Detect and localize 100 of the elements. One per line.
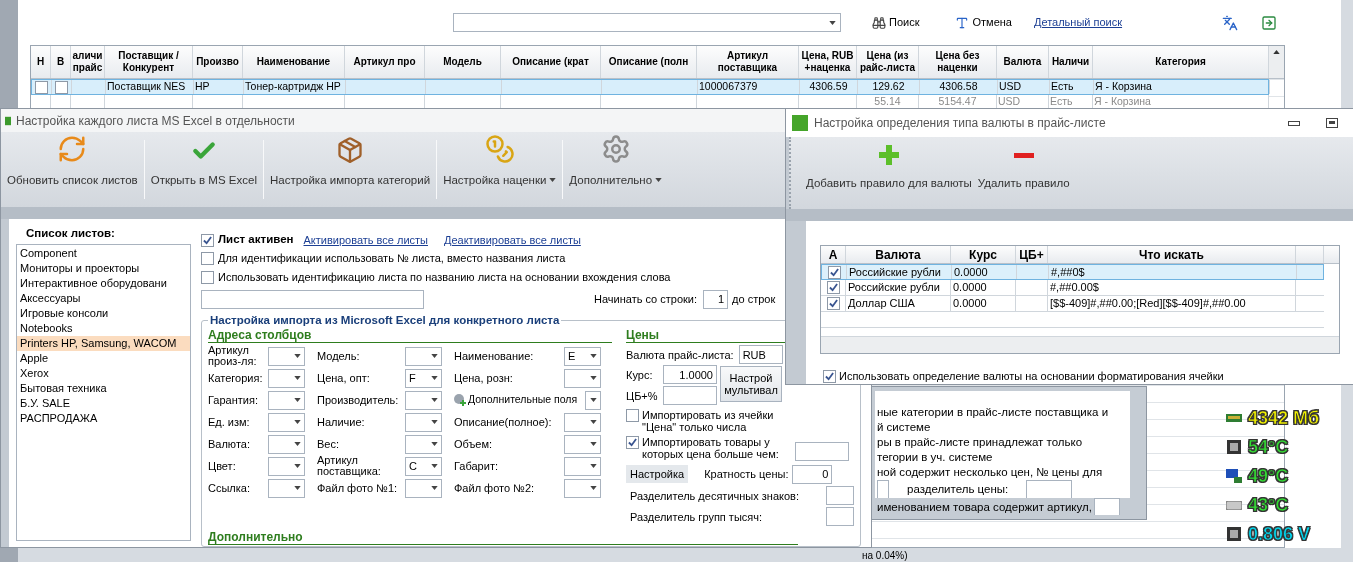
toolbar-button[interactable]: Удалить правило bbox=[974, 137, 1073, 209]
detailed-search-link[interactable]: Детальный поиск bbox=[1033, 14, 1123, 31]
checkbox[interactable] bbox=[823, 369, 836, 383]
list-item[interactable]: Printers HP, Samsung, WACOM bbox=[17, 336, 190, 352]
toolbar-button[interactable]: Дополнительно bbox=[563, 132, 669, 207]
start-row-label: Начинать со строки: bbox=[594, 291, 698, 307]
field-label: Артикул поставщика: bbox=[317, 455, 382, 478]
checkbox[interactable] bbox=[826, 281, 840, 294]
checkbox[interactable] bbox=[35, 80, 48, 94]
table-row[interactable]: Поставщик NES HP Тонер-картридж HP 1000067379 4306.59 129.62 4306.58 USD Есть Я - Корзина bbox=[31, 79, 1269, 95]
list-item[interactable]: Notebooks bbox=[17, 321, 190, 337]
input-field[interactable]: 1 bbox=[703, 289, 729, 309]
list-item[interactable]: Component bbox=[17, 246, 190, 262]
horizontal-scrollbar[interactable] bbox=[821, 336, 1339, 353]
toolbar-button[interactable]: Настройка наценки bbox=[437, 132, 563, 207]
checkbox[interactable] bbox=[201, 233, 214, 247]
list-item[interactable]: Игровые консоли bbox=[17, 306, 190, 322]
column-header[interactable]: Что искать bbox=[1048, 246, 1296, 263]
input-field[interactable] bbox=[663, 386, 717, 406]
list-item[interactable]: Б.У. SALE bbox=[17, 396, 190, 412]
settings-button[interactable]: Настройка bbox=[626, 465, 689, 484]
checkbox[interactable] bbox=[201, 252, 214, 265]
column-header[interactable]: Наличи bbox=[1049, 46, 1093, 78]
dropdown[interactable]: E bbox=[564, 346, 601, 366]
field-label: Цена, розн: bbox=[454, 372, 514, 384]
link[interactable]: Активировать все листы bbox=[303, 231, 428, 249]
toolbar-button[interactable]: Обновить список листов bbox=[1, 132, 144, 207]
column-header[interactable]: аличи прайс bbox=[71, 46, 105, 78]
toolbar-button[interactable]: Настройка импорта категорий bbox=[263, 132, 437, 207]
column-header[interactable]: Цена без наценки bbox=[919, 46, 997, 78]
column-header[interactable]: Цена (из райс-листа bbox=[857, 46, 919, 78]
field-label: Ссылка: bbox=[208, 482, 251, 494]
table-row[interactable]: Доллар США 0.0000 [$$-409]#,##0.00;[Red][$$-409]#,##0.00 bbox=[821, 296, 1324, 312]
field-label: Габарит: bbox=[454, 460, 499, 472]
table-row[interactable]: Российские рубли 0.0000 #,##0$ bbox=[821, 264, 1324, 280]
input-field[interactable] bbox=[795, 442, 849, 462]
input-field[interactable]: 0 bbox=[792, 464, 833, 484]
window-title: Настройка определения типа валюты в прайс-листе bbox=[814, 115, 1107, 132]
list-item[interactable]: Бытовая техника bbox=[17, 381, 190, 397]
list-item[interactable]: Мониторы и проекторы bbox=[17, 261, 190, 277]
checkbox[interactable] bbox=[826, 297, 840, 310]
cancel-button[interactable]: Отмена bbox=[955, 14, 1012, 31]
table-row[interactable]: 55.14 5154.47 USD Есть Я - Корзина bbox=[31, 95, 1269, 109]
table-cell-text: [$$-409]#,##0.00;[Red][$$-409]#,##0.00 bbox=[1050, 296, 1246, 312]
input-field[interactable] bbox=[1026, 479, 1073, 499]
link[interactable]: Деактивировать все листы bbox=[444, 231, 581, 249]
checkbox[interactable] bbox=[626, 436, 639, 450]
table-cell: USD bbox=[999, 79, 1022, 95]
column-header[interactable]: Артикул про bbox=[345, 46, 425, 78]
column-header[interactable]: В bbox=[51, 46, 71, 78]
column-header[interactable]: Курс bbox=[951, 246, 1016, 263]
input-field[interactable]: 1.0000 bbox=[663, 365, 717, 385]
checkbox-label: Использовать идентификацию листа по названию листа на основании вхождения слова bbox=[218, 270, 671, 286]
search-button[interactable]: Поиск bbox=[872, 14, 920, 31]
checkbox[interactable] bbox=[201, 271, 214, 284]
column-header[interactable]: Артикул поставщика bbox=[697, 46, 799, 78]
table-row[interactable]: Российские рубли 0.0000 #,##0.00$ bbox=[821, 280, 1324, 296]
column-header[interactable]: Произво bbox=[193, 46, 243, 78]
dropdown[interactable]: C bbox=[405, 456, 442, 476]
column-header[interactable]: Н bbox=[31, 46, 51, 78]
list-item[interactable]: Интерактивное оборудовани bbox=[17, 276, 190, 292]
column-header[interactable]: Наименование bbox=[243, 46, 345, 78]
checkbox[interactable] bbox=[626, 409, 639, 423]
list-item[interactable]: Xerox bbox=[17, 366, 190, 382]
caret-icon bbox=[294, 354, 301, 359]
column-header[interactable]: Цена, RUB +наценка bbox=[799, 46, 857, 78]
option-text: тегории в уч. системе bbox=[877, 450, 994, 465]
list-item[interactable]: Аксессуары bbox=[17, 291, 190, 307]
input-field[interactable] bbox=[826, 486, 854, 506]
column-header[interactable]: ЦБ+ bbox=[1016, 246, 1048, 263]
option-text: ры в прайс-листе принадлежат только bbox=[877, 435, 1084, 450]
input-field[interactable] bbox=[201, 289, 424, 309]
search-combobox[interactable] bbox=[453, 13, 841, 32]
list-item[interactable]: РАСПРОДАЖА bbox=[17, 411, 190, 427]
column-header[interactable]: Описание (полн bbox=[601, 46, 697, 78]
column-header[interactable]: Описание (крат bbox=[501, 46, 601, 78]
checkbox[interactable] bbox=[55, 80, 68, 94]
list-item[interactable]: Apple bbox=[17, 351, 190, 367]
dropdown[interactable]: F bbox=[405, 368, 442, 388]
arrow-square-icon[interactable] bbox=[1261, 14, 1278, 31]
multicurrency-button[interactable]: Настрой мультивал bbox=[720, 366, 782, 403]
toolbar-button[interactable]: Открыть в MS Excel bbox=[144, 132, 263, 207]
input-field[interactable]: RUB bbox=[738, 345, 783, 365]
checkbox[interactable] bbox=[827, 265, 841, 279]
column-header[interactable]: Валюта bbox=[846, 246, 951, 263]
option-text: ные категории в прайс-листе поставщика и bbox=[877, 405, 1110, 420]
field-label: Разделитель десятичных знаков: bbox=[629, 488, 799, 504]
scrollbar[interactable] bbox=[1269, 46, 1284, 78]
minus-icon bbox=[1013, 152, 1034, 158]
dropdown[interactable] bbox=[585, 390, 601, 410]
input-field[interactable] bbox=[826, 507, 854, 527]
table-cell-text: Российские рубли bbox=[849, 264, 941, 280]
column-header[interactable]: Валюта bbox=[997, 46, 1049, 78]
input-field[interactable] bbox=[877, 479, 889, 499]
column-header[interactable]: Модель bbox=[425, 46, 501, 78]
column-header[interactable]: А bbox=[821, 246, 846, 263]
translate-icon[interactable] bbox=[1222, 14, 1239, 31]
input-field[interactable] bbox=[1093, 498, 1120, 515]
toolbar-button[interactable]: Добавить правило для валюты bbox=[803, 137, 975, 209]
column-header[interactable]: Поставщик / Конкурент bbox=[105, 46, 193, 78]
